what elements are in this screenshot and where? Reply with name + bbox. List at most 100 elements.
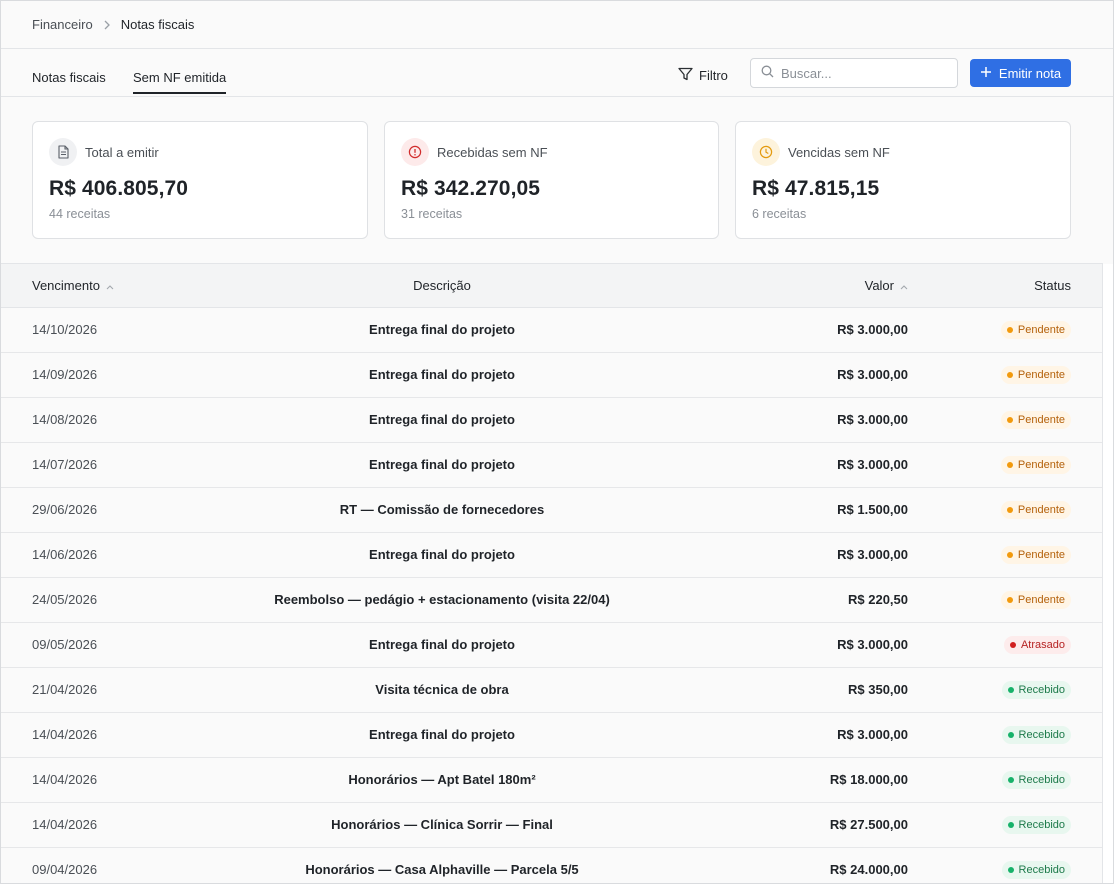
- row-descricao: Reembolso — pedágio + estacionamento (vi…: [274, 592, 610, 607]
- table-row[interactable]: 14/10/2026 Entrega final do projeto R$ 3.0…: [1, 308, 1103, 353]
- status-label: Recebido: [1018, 729, 1065, 741]
- row-descricao: Entrega final do projeto: [369, 547, 515, 562]
- status-dot-icon: [1006, 327, 1013, 333]
- status-dot-icon: [1007, 687, 1014, 693]
- status-dot-icon: [1007, 732, 1014, 738]
- table-row[interactable]: 09/04/2026 Honorários — Casa Alphaville —…: [1, 848, 1103, 883]
- table-row[interactable]: 14/07/2026 Entrega final do projeto R$ 3.0…: [1, 443, 1103, 488]
- status-label: Recebido: [1018, 819, 1065, 831]
- card-count: 31 receitas: [401, 207, 463, 221]
- status-label: Pendente: [1017, 504, 1065, 516]
- filter-button[interactable]: Filtro: [678, 65, 728, 85]
- status-badge: Pendente: [1000, 366, 1071, 384]
- column-status[interactable]: Status: [1034, 278, 1071, 293]
- row-valor: R$ 24.000,00: [829, 862, 908, 877]
- status-label: Recebido: [1018, 774, 1065, 786]
- status-dot-icon: [1006, 597, 1013, 603]
- filter-icon: [678, 67, 693, 84]
- table-row[interactable]: 14/04/2026 Honorários — Apt Batel 180m² R$…: [1, 758, 1103, 803]
- status-badge: Pendente: [1000, 591, 1071, 609]
- tab-notas-fiscais[interactable]: Notas fiscais: [32, 70, 106, 93]
- table-row[interactable]: 14/04/2026 Entrega final do projeto R$ 3.0…: [1, 713, 1103, 758]
- row-descricao: Entrega final do projeto: [369, 412, 515, 427]
- search-box[interactable]: [750, 58, 958, 88]
- card-label: Vencidas sem NF: [788, 145, 890, 160]
- row-descricao: Honorários — Casa Alphaville — Parcela 5…: [305, 862, 579, 877]
- table-row[interactable]: 24/05/2026 Reembolso — pedágio + estacion…: [1, 578, 1103, 623]
- status-dot-icon: [1007, 822, 1014, 828]
- tab-bar: Notas fiscais Sem NF emitida Filtro Emit…: [1, 49, 1113, 97]
- row-valor: R$ 3.000,00: [837, 637, 908, 652]
- card-label: Recebidas sem NF: [437, 145, 548, 160]
- sort-asc-icon: [900, 278, 908, 293]
- filter-label: Filtro: [699, 67, 728, 83]
- card-recebidas-sem-nf: Recebidas sem NF R$ 342.270,05 31 receit…: [384, 121, 719, 239]
- table-header: Vencimento Descrição Valor Status: [1, 263, 1103, 308]
- row-valor: R$ 220,50: [848, 592, 908, 607]
- table-row[interactable]: 09/05/2026 Entrega final do projeto R$ 3.0…: [1, 623, 1103, 668]
- alert-circle-icon: [401, 138, 429, 166]
- status-dot-icon: [1006, 462, 1013, 468]
- row-valor: R$ 3.000,00: [837, 457, 908, 472]
- row-valor: R$ 3.000,00: [837, 412, 908, 427]
- card-vencidas-sem-nf: Vencidas sem NF R$ 47.815,15 6 receitas: [735, 121, 1071, 239]
- status-label: Pendente: [1017, 414, 1065, 426]
- row-descricao: Entrega final do projeto: [369, 727, 515, 742]
- search-icon: [761, 65, 774, 81]
- status-label: Recebido: [1018, 684, 1065, 696]
- status-dot-icon: [1007, 867, 1014, 873]
- scroll-gutter: [1102, 264, 1113, 883]
- status-label: Pendente: [1017, 594, 1065, 606]
- row-valor: R$ 3.000,00: [837, 322, 908, 337]
- status-dot-icon: [1006, 372, 1013, 378]
- table-row[interactable]: 14/09/2026 Entrega final do projeto R$ 3.0…: [1, 353, 1103, 398]
- status-label: Pendente: [1017, 324, 1065, 336]
- emit-nota-label: Emitir nota: [998, 65, 1062, 81]
- status-dot-icon: [1006, 552, 1013, 558]
- breadcrumb-current: Notas fiscais: [120, 17, 195, 32]
- status-badge: Recebido: [1001, 726, 1071, 744]
- status-label: Atrasado: [1020, 639, 1065, 651]
- status-label: Pendente: [1017, 459, 1065, 471]
- status-badge: Recebido: [1001, 771, 1071, 789]
- table-row[interactable]: 14/04/2026 Honorários — Clínica Sorrir — …: [1, 803, 1103, 848]
- column-descricao[interactable]: Descrição: [1, 278, 883, 293]
- status-badge: Pendente: [1000, 456, 1071, 474]
- table-body: 14/10/2026 Entrega final do projeto R$ 3.0…: [1, 308, 1113, 883]
- breadcrumb: Financeiro Notas fiscais: [1, 1, 1113, 49]
- status-badge: Recebido: [1001, 861, 1071, 879]
- row-descricao: Entrega final do projeto: [369, 367, 515, 382]
- status-dot-icon: [1006, 507, 1013, 513]
- row-valor: R$ 1.500,00: [837, 502, 908, 517]
- row-descricao: Entrega final do projeto: [369, 457, 515, 472]
- status-dot-icon: [1007, 777, 1014, 783]
- table-row[interactable]: 29/06/2026 RT — Comissão de fornecedores R…: [1, 488, 1103, 533]
- table-row[interactable]: 21/04/2026 Visita técnica de obra R$ 350,0…: [1, 668, 1103, 713]
- status-label: Recebido: [1018, 864, 1065, 876]
- summary-cards: Total a emitir R$ 406.805,70 44 receitas…: [1, 97, 1113, 263]
- status-dot-icon: [1006, 417, 1013, 423]
- column-status-label: Status: [1034, 278, 1071, 293]
- column-valor-label: Valor: [864, 278, 894, 293]
- table-row[interactable]: 14/06/2026 Entrega final do projeto R$ 3.0…: [1, 533, 1103, 578]
- tab-sem-nf-emitida[interactable]: Sem NF emitida: [133, 70, 227, 94]
- card-value: R$ 47.815,15: [752, 177, 880, 200]
- row-valor: R$ 350,00: [848, 682, 908, 697]
- column-valor[interactable]: Valor: [865, 278, 908, 293]
- row-descricao: Honorários — Apt Batel 180m²: [348, 772, 536, 787]
- breadcrumb-parent[interactable]: Financeiro: [32, 17, 93, 32]
- card-total-a-emitir: Total a emitir R$ 406.805,70 44 receitas: [32, 121, 368, 239]
- row-descricao: Visita técnica de obra: [375, 682, 509, 697]
- row-valor: R$ 3.000,00: [837, 727, 908, 742]
- row-valor: R$ 18.000,00: [829, 772, 908, 787]
- emit-nota-button[interactable]: Emitir nota: [970, 59, 1071, 87]
- clock-icon: [752, 138, 780, 166]
- status-badge: Pendente: [1000, 411, 1071, 429]
- document-icon: [49, 138, 77, 166]
- search-input[interactable]: [781, 65, 951, 81]
- status-badge: Recebido: [1001, 681, 1071, 699]
- card-label: Total a emitir: [85, 145, 159, 160]
- status-badge: Pendente: [1000, 546, 1071, 564]
- table-row[interactable]: 14/08/2026 Entrega final do projeto R$ 3.0…: [1, 398, 1103, 443]
- plus-icon: [980, 66, 992, 81]
